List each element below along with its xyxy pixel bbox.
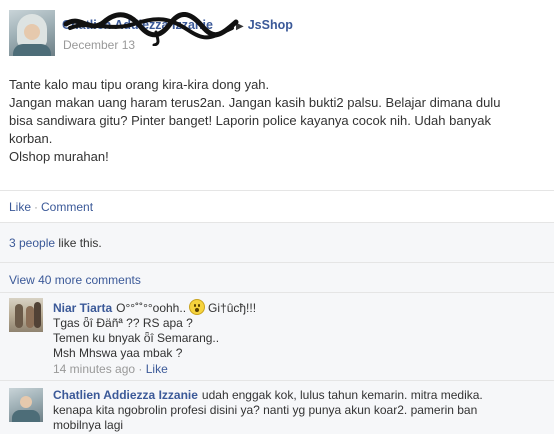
avatar-face-shape — [20, 396, 32, 408]
comment-text: kenapa kita ngobrolin profesi disini ya?… — [53, 403, 478, 417]
avatar-face-shape — [24, 24, 40, 40]
post-body: Tante kalo mau tipu orang kira-kira dong… — [9, 76, 539, 166]
commenter-avatar[interactable] — [9, 388, 43, 422]
comment-timestamp[interactable]: 14 minutes ago — [53, 362, 135, 376]
post-body-line: Tante kalo mau tipu orang kira-kira dong… — [9, 77, 270, 92]
meta-separator: · — [138, 362, 143, 376]
comment-first-line: Chatlien Addiezza Izzanie udah enggak kok… — [53, 388, 548, 403]
view-more-comments-link[interactable]: View 40 more comments — [9, 273, 141, 287]
avatar-figure-shape — [34, 302, 41, 328]
commenter-name-link[interactable]: Chatlien Addiezza Izzanie — [53, 388, 198, 402]
divider — [0, 190, 554, 191]
divider — [0, 292, 554, 293]
post-date[interactable]: December 13 — [63, 38, 135, 52]
action-separator: · — [34, 200, 39, 214]
likes-suffix: like this. — [55, 236, 102, 250]
post-actions: Like · Comment — [9, 200, 93, 214]
avatar-figure-shape — [15, 304, 23, 328]
likes-summary: 3 people like this. — [9, 236, 102, 250]
comment-item: Niar Tiarta O°°˚˚°°oohh.. Gi†ûcђ!!! Tgas ȫ… — [53, 299, 548, 377]
avatar-body-shape — [13, 44, 51, 56]
post-body-line: korban. — [9, 131, 53, 146]
comment-button[interactable]: Comment — [41, 200, 93, 214]
comment-text: Temen ku bnyak ȫî Semarang.. — [53, 331, 220, 345]
divider — [0, 380, 554, 381]
facebook-post: Chatlien Addiezza Izzanie ▶ JsShop Decembe… — [0, 0, 554, 434]
comment-text: Gi†ûcђ!!! — [208, 301, 257, 315]
comment-meta: 14 minutes ago · Like — [53, 362, 548, 377]
post-body-line: bisa sandiwara gitu? Pinter banget! Lapo… — [9, 113, 492, 128]
comment-first-line: Niar Tiarta O°°˚˚°°oohh.. Gi†ûcђ!!! — [53, 299, 548, 316]
avatar-body-shape — [12, 410, 40, 422]
comment-text: mobilnya lagi — [53, 418, 124, 432]
comment-text: O°°˚˚°°oohh.. — [116, 301, 187, 315]
post-body-line: Olshop murahan! — [9, 149, 109, 164]
post-body-line: Jangan makan uang haram terus2an. Jangan… — [9, 95, 501, 110]
commenter-name-link[interactable]: Niar Tiarta — [53, 301, 112, 315]
divider — [0, 222, 554, 223]
gasp-emoticon-icon — [189, 299, 206, 315]
comment-text: udah enggak kok, lulus tahun kemarin. mi… — [201, 388, 483, 402]
like-button[interactable]: Like — [9, 200, 31, 214]
comment-item: Chatlien Addiezza Izzanie udah enggak kok… — [53, 388, 548, 433]
divider — [0, 262, 554, 263]
target-page-link[interactable]: JsShop — [248, 18, 293, 32]
comment-text: Msh Mhswa yaa mbak ? — [53, 346, 183, 360]
commenter-avatar[interactable] — [9, 298, 43, 332]
author-avatar[interactable] — [9, 10, 55, 56]
comment-text: Tgas ȫî Ɖäñª ?? RS apa ? — [53, 316, 193, 330]
comment-like-button[interactable]: Like — [146, 362, 168, 376]
avatar-figure-shape — [26, 306, 34, 328]
likes-count-link[interactable]: 3 people — [9, 236, 55, 250]
